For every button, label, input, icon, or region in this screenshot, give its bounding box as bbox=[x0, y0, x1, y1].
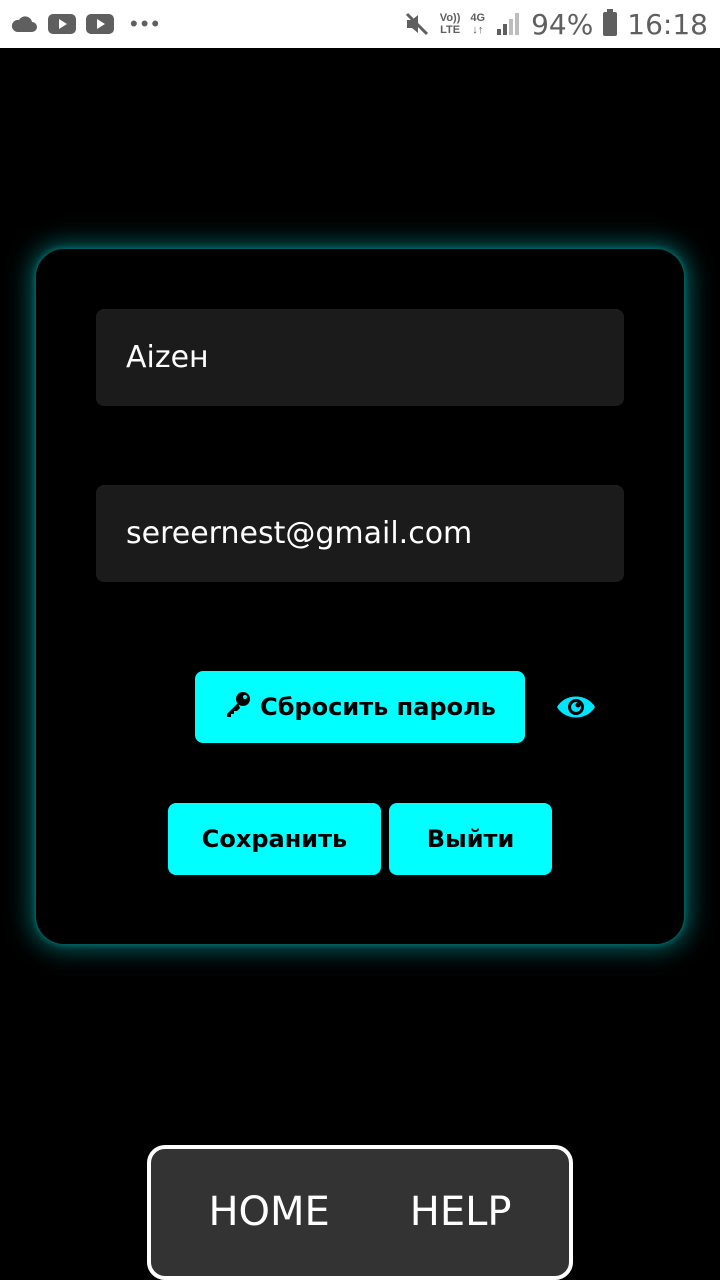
network-type-indicator: 4G ↓↑ bbox=[470, 12, 485, 36]
youtube-icon bbox=[48, 14, 76, 34]
logout-button[interactable]: Выйти bbox=[389, 803, 552, 875]
network-type-text: 4G bbox=[470, 12, 486, 24]
name-field[interactable]: Aizeн bbox=[96, 309, 624, 406]
status-bar-right: Vo)) LTE 4G ↓↑ 94% 16:18 bbox=[404, 0, 708, 48]
youtube-icon bbox=[86, 14, 114, 34]
status-bar: ••• Vo)) LTE 4G ↓↑ 94% 16:18 bbox=[0, 0, 720, 48]
nav-home-button[interactable]: HOME bbox=[202, 1188, 335, 1236]
nav-help-button[interactable]: HELP bbox=[404, 1188, 518, 1236]
eye-icon[interactable] bbox=[555, 687, 597, 727]
bottom-nav: HOME HELP bbox=[147, 1145, 573, 1280]
volte-top-text: Vo)) bbox=[439, 12, 461, 24]
reset-password-label: Сбросить пароль bbox=[260, 693, 496, 721]
more-dots-icon: ••• bbox=[130, 11, 163, 36]
save-button[interactable]: Сохранить bbox=[168, 803, 381, 875]
clock: 16:18 bbox=[627, 7, 708, 41]
battery-percent: 94% bbox=[531, 7, 594, 41]
volte-indicator: Vo)) LTE bbox=[440, 12, 461, 36]
key-icon bbox=[224, 690, 252, 724]
volte-bottom-text: LTE bbox=[440, 24, 461, 36]
cloud-icon bbox=[10, 14, 38, 34]
email-field[interactable]: sereernest@gmail.com bbox=[96, 485, 624, 582]
status-bar-left: ••• bbox=[10, 0, 162, 48]
data-arrows-text: ↓↑ bbox=[472, 24, 484, 36]
reset-password-button[interactable]: Сбросить пароль bbox=[195, 671, 525, 743]
signal-icon bbox=[495, 11, 521, 37]
mute-icon bbox=[404, 11, 430, 37]
battery-charging-icon bbox=[603, 9, 618, 36]
profile-card: Aizeн sereernest@gmail.com Сбросить паро… bbox=[36, 249, 684, 944]
screen: ••• Vo)) LTE 4G ↓↑ 94% 16:18 Aizeн seree… bbox=[0, 0, 720, 1280]
